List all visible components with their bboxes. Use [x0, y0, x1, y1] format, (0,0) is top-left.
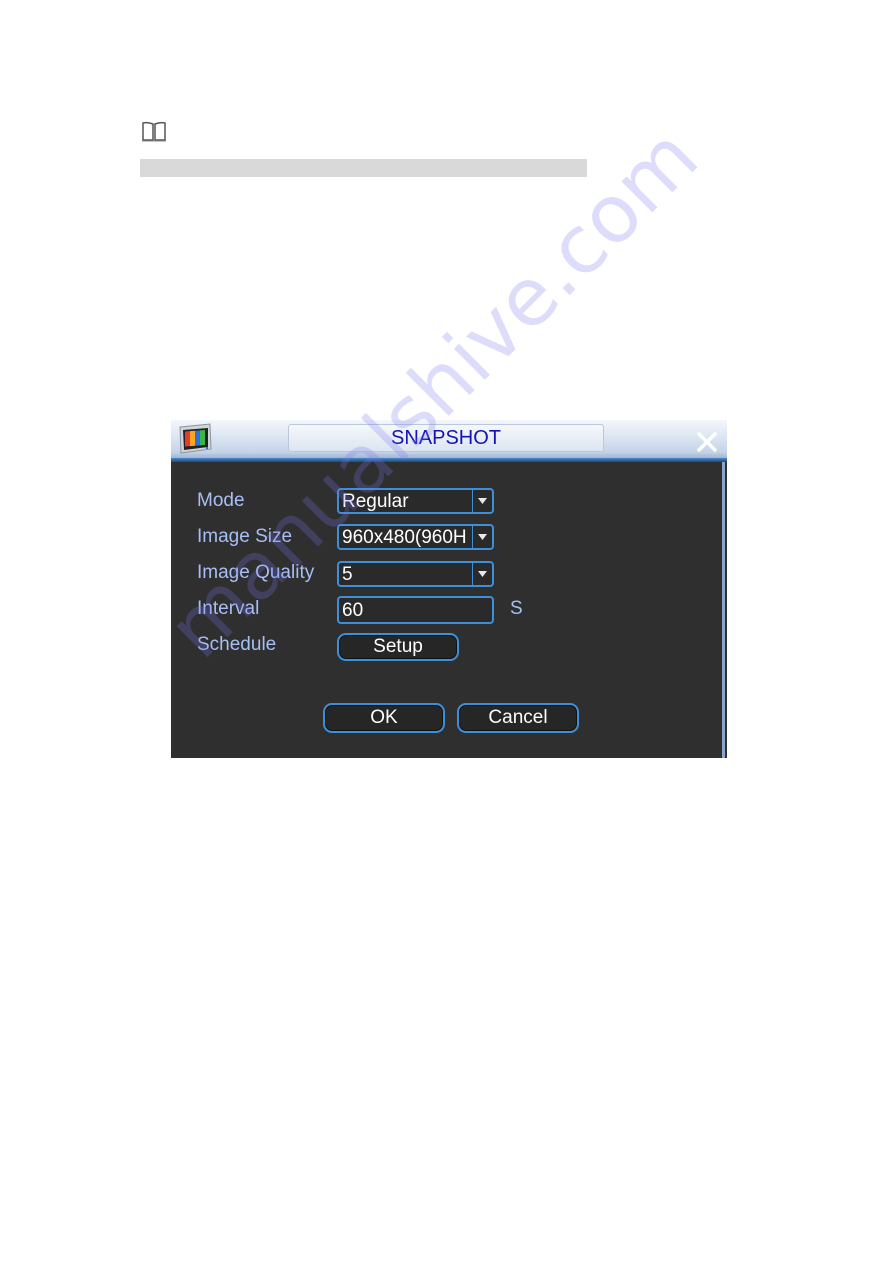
mode-label: Mode — [197, 490, 245, 511]
dialog-border — [722, 462, 725, 758]
dialog-title: SNAPSHOT — [288, 424, 604, 452]
titlebar-divider — [171, 458, 727, 462]
image-quality-value: 5 — [342, 564, 353, 585]
interval-value: 60 — [342, 600, 364, 621]
image-size-value: 960x480(960H — [342, 527, 467, 548]
cancel-button[interactable]: Cancel — [457, 703, 579, 733]
schedule-setup-button[interactable]: Setup — [337, 633, 459, 661]
image-quality-label: Image Quality — [197, 562, 315, 583]
chevron-down-icon — [478, 534, 487, 540]
interval-input[interactable]: 60 — [337, 596, 494, 624]
mode-dropdown-button[interactable] — [472, 490, 492, 512]
monitor-color-bars-icon — [179, 423, 212, 454]
interval-unit: S — [510, 598, 523, 619]
schedule-label: Schedule — [197, 634, 277, 655]
book-icon — [142, 121, 166, 142]
image-quality-dropdown-button[interactable] — [472, 563, 492, 585]
interval-label: Interval — [197, 598, 260, 619]
mode-dropdown[interactable]: Regular — [337, 488, 494, 514]
image-size-dropdown-button[interactable] — [472, 526, 492, 548]
ok-button[interactable]: OK — [323, 703, 445, 733]
close-icon[interactable] — [693, 428, 721, 456]
chevron-down-icon — [478, 498, 487, 504]
image-size-dropdown[interactable]: 960x480(960H — [337, 524, 494, 550]
dialog-titlebar: SNAPSHOT — [171, 420, 727, 458]
chevron-down-icon — [478, 571, 487, 577]
note-highlight-bar — [140, 159, 587, 177]
image-size-label: Image Size — [197, 526, 293, 547]
mode-value: Regular — [342, 491, 409, 512]
image-quality-dropdown[interactable]: 5 — [337, 561, 494, 587]
snapshot-dialog: SNAPSHOT Mode Regular Image Size 960x480… — [171, 420, 727, 758]
